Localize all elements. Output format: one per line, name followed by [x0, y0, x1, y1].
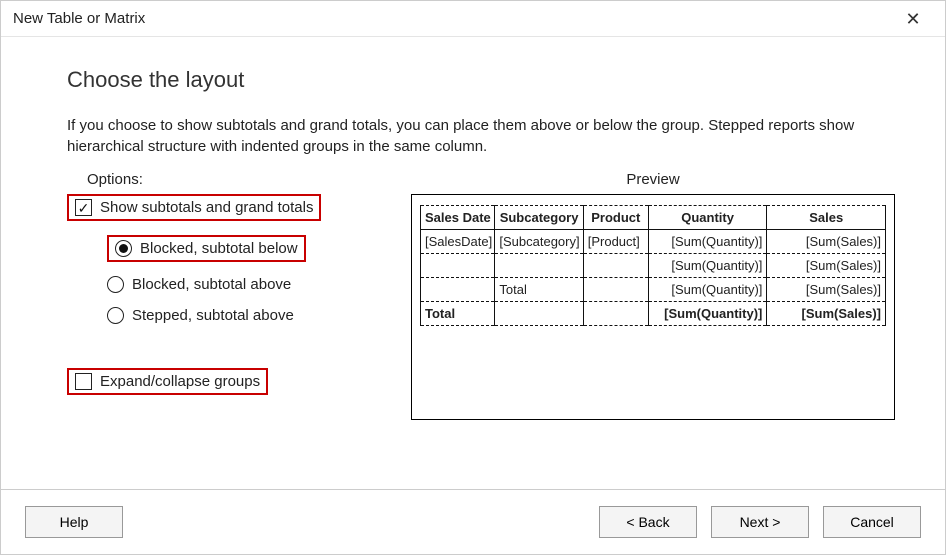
next-button[interactable]: Next >	[711, 506, 809, 538]
close-icon[interactable]: ✕	[893, 1, 933, 37]
options-panel: Options: Show subtotals and grand totals…	[67, 171, 387, 409]
radio-blocked-below[interactable]: Blocked, subtotal below	[67, 235, 387, 262]
table-row: [SalesDate] [Subcategory] [Product] [Sum…	[421, 230, 886, 254]
options-label: Options:	[87, 171, 387, 188]
page-heading: Choose the layout	[67, 67, 895, 93]
cell: [Subcategory]	[495, 230, 583, 254]
cell: [Sum(Quantity)]	[648, 302, 767, 326]
cell: Total	[421, 302, 495, 326]
col-header: Subcategory	[495, 206, 583, 230]
option-show-subtotals[interactable]: Show subtotals and grand totals	[67, 194, 387, 221]
radio-label: Blocked, subtotal above	[132, 276, 291, 293]
help-button[interactable]: Help	[25, 506, 123, 538]
cell	[495, 302, 583, 326]
cell	[421, 254, 495, 278]
cell: [Sum(Sales)]	[767, 278, 886, 302]
table-row: Total [Sum(Quantity)] [Sum(Sales)]	[421, 278, 886, 302]
table-header-row: Sales Date Subcategory Product Quantity …	[421, 206, 886, 230]
option-expand-collapse[interactable]: Expand/collapse groups	[67, 368, 387, 395]
cell	[495, 254, 583, 278]
preview-frame: Sales Date Subcategory Product Quantity …	[411, 194, 895, 420]
cell: [Sum(Sales)]	[767, 254, 886, 278]
col-header: Quantity	[648, 206, 767, 230]
radio-icon[interactable]	[107, 307, 124, 324]
cell: Total	[495, 278, 583, 302]
radio-label: Stepped, subtotal above	[132, 307, 294, 324]
back-button[interactable]: < Back	[599, 506, 697, 538]
window-title: New Table or Matrix	[13, 10, 145, 27]
radio-label: Blocked, subtotal below	[140, 240, 298, 257]
checkbox-icon[interactable]	[75, 373, 92, 390]
cell: [Sum(Sales)]	[767, 230, 886, 254]
col-header: Product	[583, 206, 648, 230]
radio-blocked-above[interactable]: Blocked, subtotal above	[67, 276, 387, 293]
cell	[583, 302, 648, 326]
expand-collapse-label: Expand/collapse groups	[100, 373, 260, 390]
radio-icon[interactable]	[107, 276, 124, 293]
table-row-total: Total [Sum(Quantity)] [Sum(Sales)]	[421, 302, 886, 326]
cell	[583, 254, 648, 278]
col-header: Sales Date	[421, 206, 495, 230]
show-subtotals-label: Show subtotals and grand totals	[100, 199, 313, 216]
cell	[421, 278, 495, 302]
dialog-content: Choose the layout If you choose to show …	[1, 37, 945, 489]
dialog-footer: Help < Back Next > Cancel	[1, 489, 945, 553]
cell: [Sum(Quantity)]	[648, 230, 767, 254]
cell: [Sum(Sales)]	[767, 302, 886, 326]
cell	[583, 278, 648, 302]
radio-icon[interactable]	[115, 240, 132, 257]
radio-stepped-above[interactable]: Stepped, subtotal above	[67, 307, 387, 324]
titlebar: New Table or Matrix ✕	[1, 1, 945, 37]
preview-label: Preview	[411, 171, 895, 188]
cell: [Sum(Quantity)]	[648, 278, 767, 302]
table-row: [Sum(Quantity)] [Sum(Sales)]	[421, 254, 886, 278]
cell: [Product]	[583, 230, 648, 254]
preview-table: Sales Date Subcategory Product Quantity …	[420, 205, 886, 326]
cell: [Sum(Quantity)]	[648, 254, 767, 278]
checkbox-icon[interactable]	[75, 199, 92, 216]
col-header: Sales	[767, 206, 886, 230]
page-description: If you choose to show subtotals and gran…	[67, 115, 887, 157]
preview-panel: Preview Sales Date Subcategory Product Q…	[411, 171, 895, 420]
cancel-button[interactable]: Cancel	[823, 506, 921, 538]
cell: [SalesDate]	[421, 230, 495, 254]
